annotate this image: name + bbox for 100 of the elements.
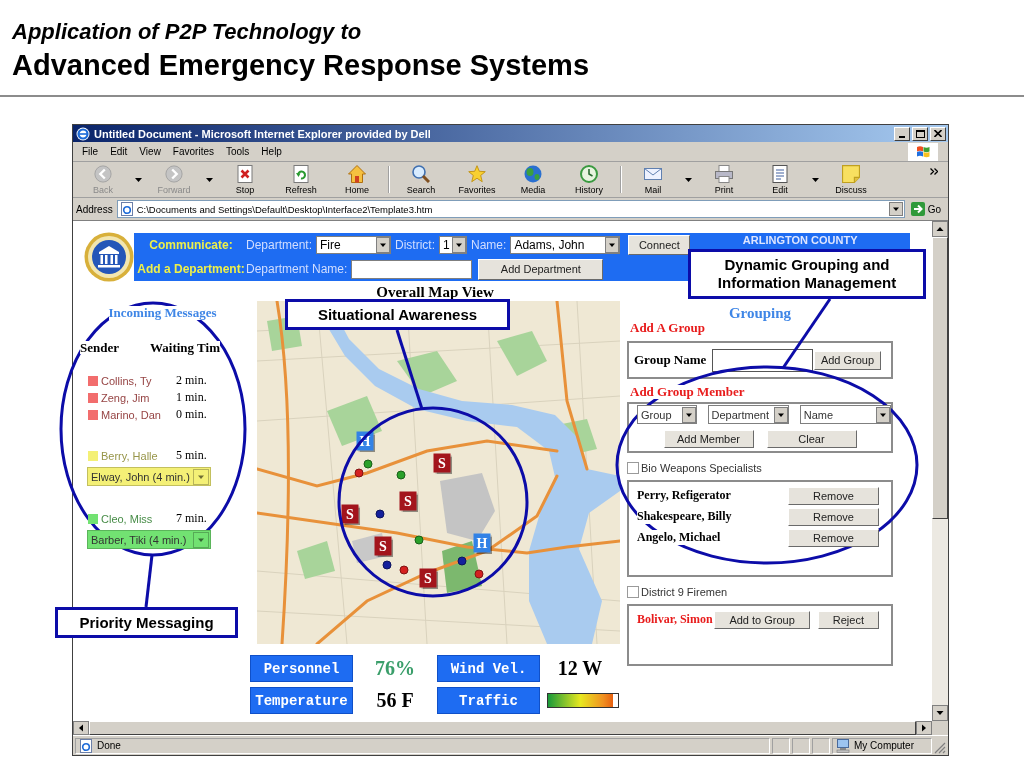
map-marker[interactable]: S bbox=[419, 568, 437, 588]
checkbox[interactable] bbox=[627, 461, 639, 474]
department-name-label: Department Name: bbox=[246, 262, 348, 276]
toolbar-button[interactable]: Print bbox=[696, 162, 752, 197]
slide-title: Application of P2P Technology to bbox=[12, 18, 362, 45]
checkbox[interactable] bbox=[627, 585, 639, 598]
member-action-button[interactable]: Remove bbox=[788, 528, 879, 547]
caret-icon[interactable] bbox=[681, 406, 696, 423]
toolbar-button[interactable]: Media bbox=[505, 162, 561, 197]
callout-box: Priority Messaging bbox=[55, 607, 238, 638]
map-dot-icon[interactable] bbox=[474, 569, 484, 579]
toolbar-button[interactable]: Discuss bbox=[823, 162, 879, 197]
caret-icon[interactable] bbox=[773, 406, 788, 423]
vertical-scrollbar[interactable] bbox=[932, 221, 948, 721]
member-action-button[interactable]: Clear bbox=[766, 430, 857, 448]
map-dot-icon[interactable] bbox=[382, 560, 392, 570]
toolbar-button[interactable]: Favorites bbox=[449, 162, 505, 197]
selection-dropdown[interactable]: 1 bbox=[439, 236, 468, 254]
caret-icon[interactable] bbox=[685, 177, 692, 182]
map-dot-icon[interactable] bbox=[457, 556, 467, 566]
chevron-icon[interactable] bbox=[930, 168, 938, 175]
resize-grip-icon[interactable] bbox=[934, 742, 946, 754]
close-button[interactable] bbox=[930, 126, 946, 141]
member-action-button[interactable]: Remove bbox=[788, 486, 879, 505]
menu-item[interactable]: Edit bbox=[104, 145, 134, 158]
clock-icon bbox=[580, 164, 598, 183]
member-dropdown[interactable]: Group bbox=[637, 405, 697, 424]
queue-dropdown[interactable]: Barber, Tiki (4 min.) bbox=[87, 530, 211, 549]
add-department-label: Add a Department: bbox=[137, 261, 245, 278]
address-field[interactable]: C:\Documents and Settings\Default\Desktop\Interface2\Template3.htm bbox=[116, 200, 905, 218]
add-department-button[interactable]: Add Department bbox=[478, 258, 604, 280]
scroll-thumb[interactable] bbox=[89, 721, 916, 735]
member-name: Bolivar, Simon bbox=[637, 612, 713, 627]
selection-dropdown[interactable]: Fire bbox=[316, 236, 392, 254]
map-marker[interactable]: S bbox=[399, 491, 417, 511]
scroll-thumb[interactable] bbox=[932, 237, 948, 519]
sender-name[interactable]: Collins, Ty bbox=[101, 374, 152, 387]
sender-name[interactable]: Cleo, Miss bbox=[101, 512, 153, 525]
toolbar-button[interactable]: Search bbox=[393, 162, 449, 197]
toolbar-button[interactable]: Edit bbox=[752, 162, 808, 197]
sender-name[interactable]: Zeng, Jim bbox=[101, 391, 150, 404]
minimize-button[interactable] bbox=[894, 126, 910, 141]
member-action-button[interactable]: Remove bbox=[788, 507, 879, 526]
caret-icon[interactable] bbox=[812, 177, 819, 182]
close-icon bbox=[934, 130, 942, 137]
status-pane bbox=[812, 737, 830, 754]
scroll-up-icon[interactable] bbox=[932, 221, 948, 237]
menu-item[interactable]: Tools bbox=[220, 145, 256, 158]
flag-logo-icon bbox=[908, 142, 938, 161]
member-action-button[interactable]: Reject bbox=[817, 610, 879, 629]
queue-dropdown[interactable]: Elway, John (4 min.) bbox=[87, 467, 211, 486]
map-dot-icon[interactable] bbox=[375, 509, 385, 519]
toolbar-button[interactable]: Refresh bbox=[273, 162, 329, 197]
toolbar-button[interactable]: History bbox=[561, 162, 617, 197]
map-marker[interactable]: S bbox=[374, 536, 392, 556]
map-marker[interactable]: H bbox=[473, 533, 491, 553]
stop-icon bbox=[236, 164, 254, 183]
menu-item[interactable]: Favorites bbox=[166, 145, 220, 158]
member-dropdown[interactable]: Department bbox=[707, 405, 789, 424]
scroll-left-icon[interactable] bbox=[73, 721, 89, 735]
scroll-right-icon[interactable] bbox=[916, 721, 932, 735]
section-heading: Add A Group bbox=[630, 321, 705, 335]
map-dot-icon[interactable] bbox=[354, 468, 364, 478]
seal-logo-icon bbox=[84, 232, 134, 282]
add-group-button[interactable]: Add Group bbox=[814, 350, 881, 370]
maximize-button[interactable] bbox=[912, 126, 928, 141]
window-title: Untitled Document - Microsoft Internet Explorer provided by Dell bbox=[94, 127, 431, 140]
computer-icon bbox=[836, 738, 850, 753]
printer-icon bbox=[715, 164, 733, 183]
stat-label: Wind Vel. bbox=[437, 655, 540, 682]
scroll-down-icon[interactable] bbox=[932, 705, 948, 721]
go-button[interactable]: Go bbox=[908, 202, 945, 216]
caret-icon[interactable] bbox=[376, 237, 391, 253]
section-heading: Add Group Member bbox=[630, 385, 745, 399]
toolbar-button[interactable]: Stop bbox=[217, 162, 273, 197]
sender-name[interactable]: Marino, Dan bbox=[101, 408, 161, 421]
member-dropdown[interactable]: Name bbox=[799, 405, 891, 424]
menu-item[interactable]: File bbox=[76, 145, 105, 158]
refresh-icon bbox=[292, 164, 310, 183]
map-dot-icon[interactable] bbox=[399, 565, 409, 575]
caret-icon[interactable] bbox=[876, 406, 890, 423]
selection-dropdown[interactable]: Adams, John bbox=[510, 236, 621, 254]
menu-item[interactable]: Help bbox=[255, 145, 288, 158]
caret-icon[interactable] bbox=[605, 237, 620, 253]
map-dot-icon[interactable] bbox=[396, 470, 406, 480]
map-marker[interactable]: S bbox=[433, 453, 451, 473]
member-action-button[interactable]: Add Member bbox=[663, 430, 754, 448]
caret-icon[interactable] bbox=[452, 237, 467, 253]
toolbar-button[interactable]: Home bbox=[329, 162, 385, 197]
maximize-icon bbox=[915, 129, 925, 138]
toolbar-button[interactable]: Mail bbox=[625, 162, 681, 197]
text-input-field[interactable] bbox=[351, 259, 473, 279]
menu-item[interactable]: View bbox=[133, 145, 167, 158]
map-marker[interactable]: S bbox=[341, 504, 359, 524]
map-dot-icon[interactable] bbox=[363, 459, 373, 469]
member-name: Perry, Refigerator bbox=[637, 488, 731, 503]
caret-icon[interactable] bbox=[888, 202, 903, 216]
connect-button[interactable]: Connect bbox=[628, 235, 691, 255]
map-dot-icon[interactable] bbox=[414, 535, 424, 545]
member-action-button[interactable]: Add to Group bbox=[714, 610, 810, 629]
